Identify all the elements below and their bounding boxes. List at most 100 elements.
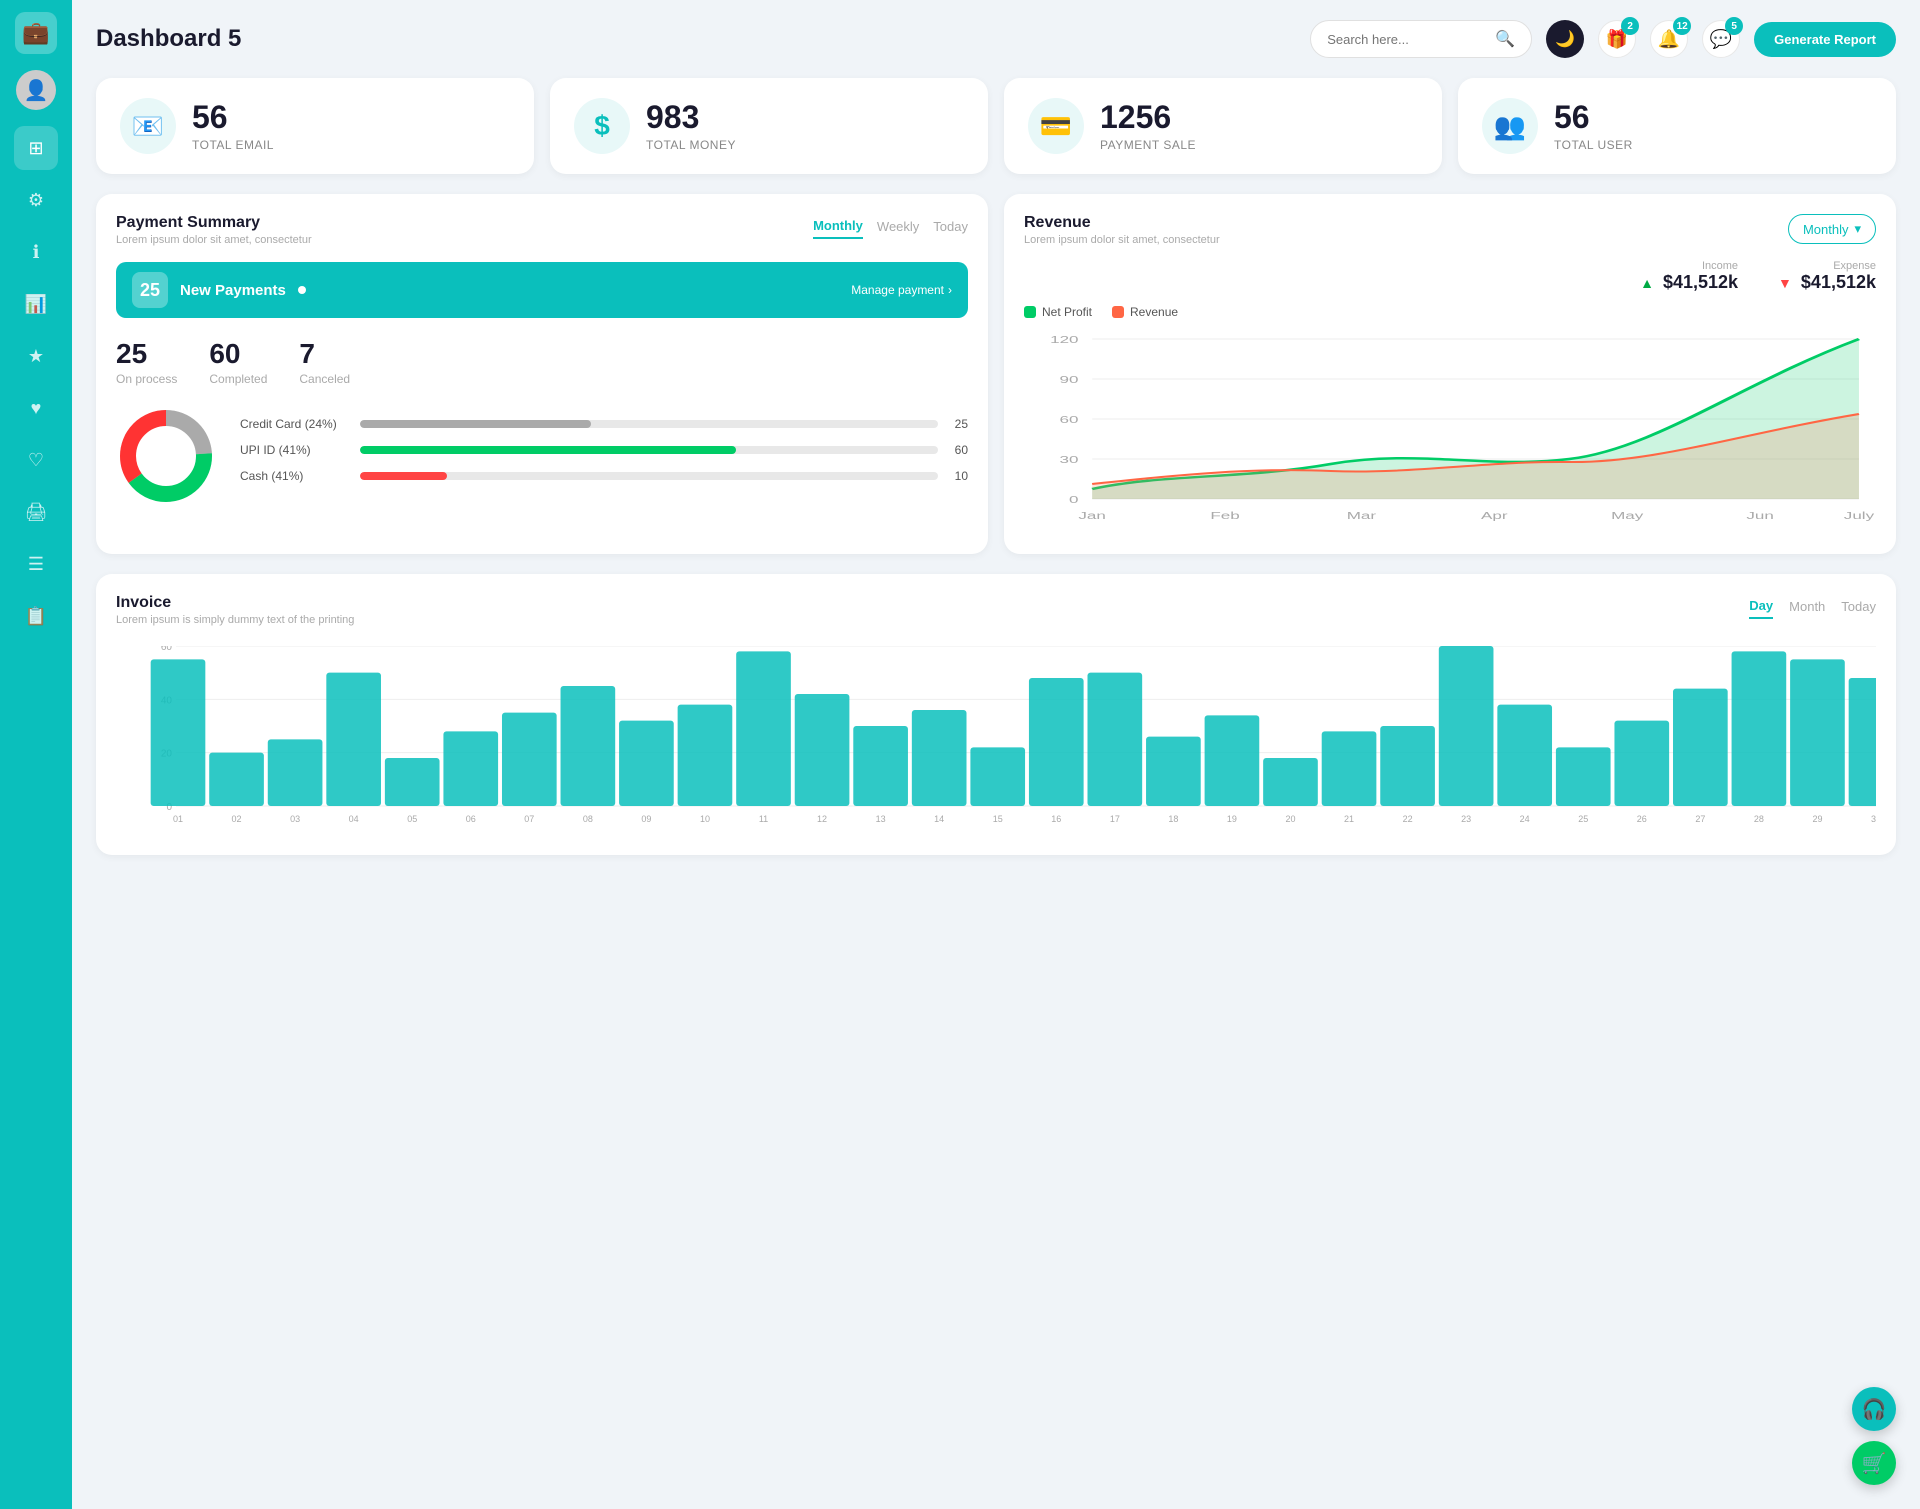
expense-item: Expense ▼ $41,512k [1778,260,1876,293]
income-item: Income ▲ $41,512k [1640,260,1738,293]
cash-bar-track [360,472,938,480]
svg-text:04: 04 [349,814,359,824]
svg-text:May: May [1611,510,1643,521]
cart-fab[interactable]: 🛒 [1852,1441,1896,1485]
expense-icon: ▼ [1778,275,1792,291]
upi-bar-fill [360,446,736,454]
sidebar-item-heart2[interactable]: ♡ [14,438,58,482]
canceled-number: 7 [299,338,350,370]
upi-label: UPI ID (41%) [240,443,350,457]
income-icon: ▲ [1640,275,1654,291]
search-icon: 🔍 [1495,29,1515,49]
invoice-header: Invoice Lorem ipsum is simply dummy text… [116,594,1876,626]
payment-stats-row: 25 On process 60 Completed 7 Canceled [116,338,968,386]
svg-text:Jan: Jan [1078,510,1105,521]
net-profit-label: Net Profit [1042,305,1092,319]
income-value: ▲ $41,512k [1640,272,1738,293]
payment-summary-titles: Payment Summary Lorem ipsum dolor sit am… [116,214,312,246]
avatar[interactable]: 👤 [16,70,56,110]
expense-amount: $41,512k [1801,272,1876,292]
svg-text:21: 21 [1344,814,1354,824]
svg-text:60: 60 [161,646,173,653]
sidebar-item-doc[interactable]: 📋 [14,594,58,638]
payment-summary-card: Payment Summary Lorem ipsum dolor sit am… [96,194,988,554]
sidebar-item-heart1[interactable]: ♥ [14,386,58,430]
monthly-label: Monthly [1803,222,1849,237]
expense-label: Expense [1778,260,1876,272]
stat-info-money: 983 TOTAL MONEY [646,100,736,151]
revenue-label: Revenue [1130,305,1178,319]
svg-text:23: 23 [1461,814,1471,824]
content-row: Payment Summary Lorem ipsum dolor sit am… [96,194,1896,554]
tab-weekly[interactable]: Weekly [877,214,919,239]
user-label: TOTAL USER [1554,138,1633,152]
search-input[interactable] [1327,32,1487,47]
invoice-tab-month[interactable]: Month [1789,594,1825,619]
svg-text:30: 30 [1060,454,1079,465]
svg-text:18: 18 [1168,814,1178,824]
invoice-section: Invoice Lorem ipsum is simply dummy text… [96,574,1896,855]
revenue-monthly-dropdown[interactable]: Monthly ▾ [1788,214,1876,244]
svg-text:27: 27 [1695,814,1705,824]
gift-button[interactable]: 🎁 2 [1598,20,1636,58]
svg-text:03: 03 [290,814,300,824]
cash-bar-value: 10 [948,469,968,483]
payment-bar-row-cash: Cash (41%) 10 [240,469,968,483]
new-payments-left: 25 New Payments [132,272,306,308]
invoice-tab-day[interactable]: Day [1749,594,1773,619]
creditcard-label: Credit Card (24%) [240,417,350,431]
page-title: Dashboard 5 [96,25,241,53]
svg-text:01: 01 [173,814,183,824]
expense-value: ▼ $41,512k [1778,272,1876,293]
invoice-titles: Invoice Lorem ipsum is simply dummy text… [116,594,354,626]
svg-text:26: 26 [1637,814,1647,824]
manage-payment-link[interactable]: Manage payment › [851,283,952,297]
svg-text:16: 16 [1051,814,1061,824]
invoice-tabs: Day Month Today [1749,594,1876,619]
generate-report-button[interactable]: Generate Report [1754,22,1896,57]
invoice-bar-chart: 6040200010203040506070809101112131415161… [146,646,1876,830]
dark-mode-toggle[interactable]: 🌙 [1546,20,1584,58]
chat-button[interactable]: 💬 5 [1702,20,1740,58]
svg-text:15: 15 [993,814,1003,824]
email-number: 56 [192,100,274,135]
invoice-tab-today[interactable]: Today [1841,594,1876,619]
sidebar-item-settings[interactable]: ⚙ [14,178,58,222]
payment-bars: Credit Card (24%) 25 UPI ID (41%) 60 [240,417,968,495]
revenue-top: Revenue Lorem ipsum dolor sit amet, cons… [1024,214,1876,246]
sidebar-logo[interactable]: 💼 [15,12,57,54]
tab-monthly[interactable]: Monthly [813,214,863,239]
upi-bar-track [360,446,938,454]
payment-summary-subtitle: Lorem ipsum dolor sit amet, consectetur [116,234,312,246]
sidebar-item-list[interactable]: ☰ [14,542,58,586]
svg-text:11: 11 [759,814,768,824]
email-icon: 📧 [120,98,176,154]
svg-text:13: 13 [876,814,886,824]
upi-bar-value: 60 [948,443,968,457]
sidebar-item-print[interactable]: 🖨 [14,490,58,534]
svg-text:09: 09 [641,814,651,824]
support-fab[interactable]: 🎧 [1852,1387,1896,1431]
new-payments-bar: 25 New Payments Manage payment › [116,262,968,318]
search-box[interactable]: 🔍 [1310,20,1532,58]
manage-payment-text: Manage payment [851,283,944,297]
bell-button[interactable]: 🔔 12 [1650,20,1688,58]
money-number: 983 [646,100,736,135]
svg-text:0: 0 [1069,494,1079,505]
sidebar-item-chart[interactable]: 📊 [14,282,58,326]
sidebar-item-star[interactable]: ★ [14,334,58,378]
income-label: Income [1640,260,1738,272]
tab-today[interactable]: Today [933,214,968,239]
svg-text:90: 90 [1060,374,1079,385]
invoice-subtitle: Lorem ipsum is simply dummy text of the … [116,614,354,626]
svg-text:07: 07 [524,814,534,824]
payment-bar-row-upi: UPI ID (41%) 60 [240,443,968,457]
svg-text:60: 60 [1060,414,1079,425]
stat-card-user: 👥 56 TOTAL USER [1458,78,1896,174]
sidebar-item-info[interactable]: ℹ [14,230,58,274]
donut-chart [116,406,216,506]
legend-net-profit: Net Profit [1024,305,1092,319]
income-expense-row: Income ▲ $41,512k Expense ▼ $41,512k [1024,260,1876,293]
sidebar-item-dashboard[interactable]: ⊞ [14,126,58,170]
new-payments-dot [298,286,306,294]
